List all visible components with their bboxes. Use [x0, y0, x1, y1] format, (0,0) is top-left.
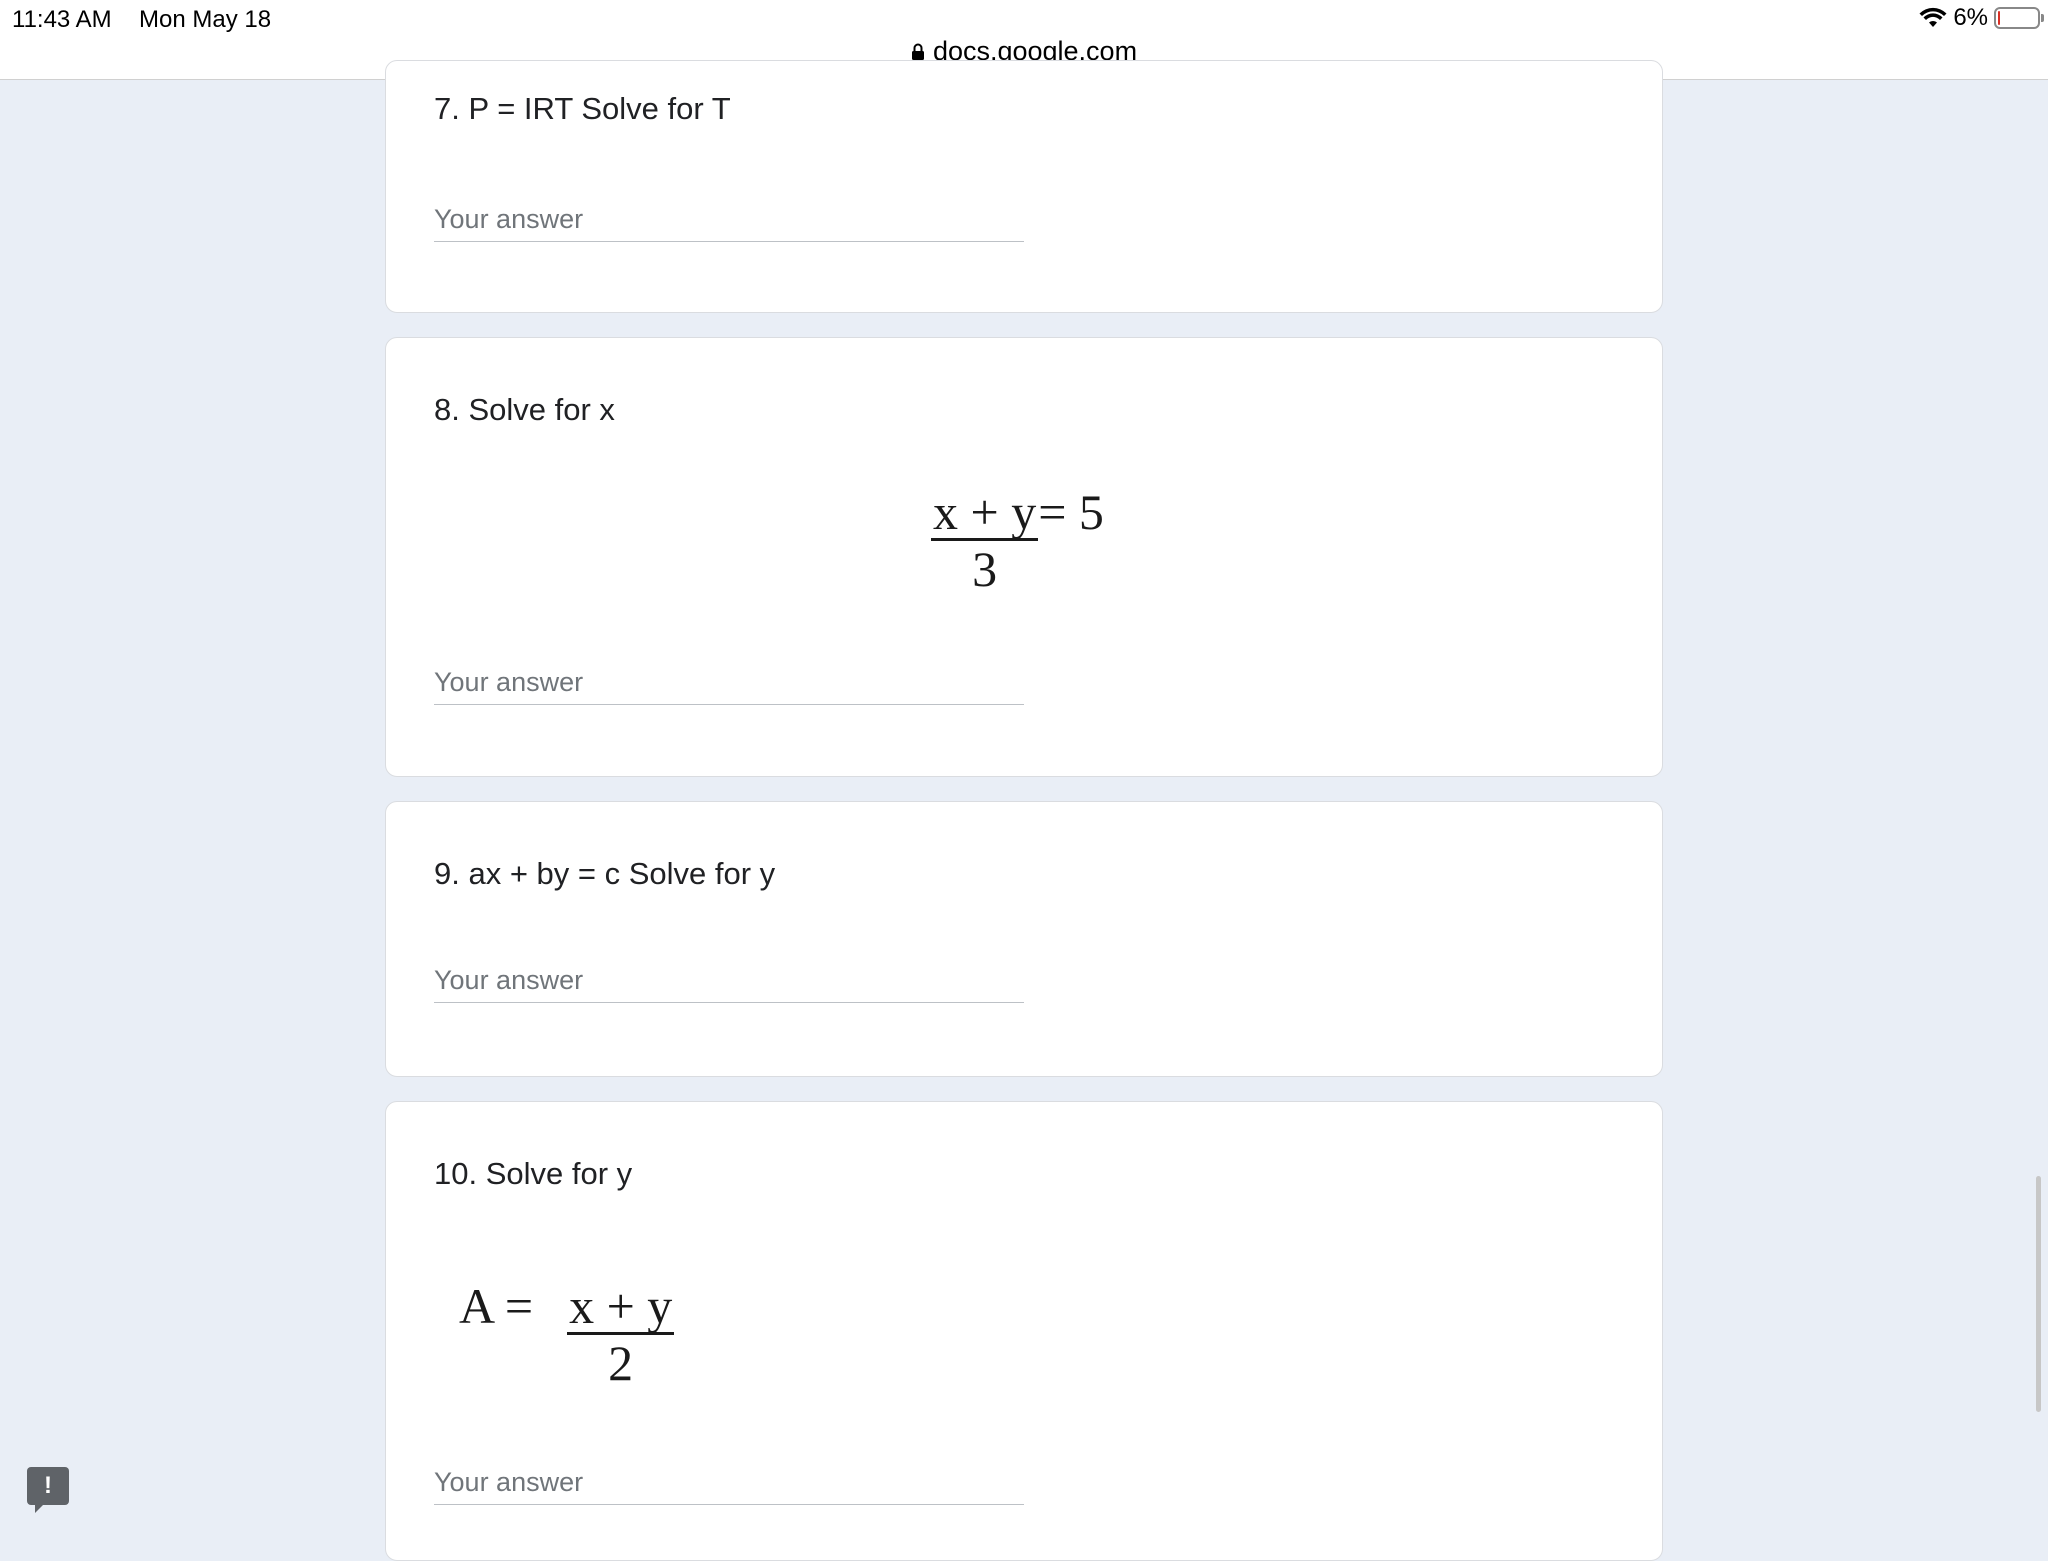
scrollbar[interactable] [2036, 1176, 2041, 1412]
question-title-9: 9. ax + by = c Solve for y [434, 856, 776, 891]
status-indicators: 6% [1919, 4, 2044, 32]
answer-input-7[interactable] [434, 197, 1024, 242]
status-time: 11:43 AM [12, 6, 112, 33]
status-date: Mon May 18 [139, 6, 272, 33]
battery-level [1998, 11, 2000, 25]
equation-rhs: = 5 [1038, 484, 1104, 540]
lock-icon [911, 43, 925, 61]
fraction-numerator: x + y [567, 1278, 675, 1335]
question-card-9: 9. ax + by = c Solve for y [385, 801, 1663, 1077]
equation-image-10: A = x + y 2 [459, 1278, 675, 1391]
equation-lhs: A = [459, 1278, 534, 1334]
fraction: x + y 3 [931, 484, 1039, 597]
wifi-icon [1919, 7, 1947, 29]
answer-input-9[interactable] [434, 958, 1024, 1003]
fraction: x + y 2 [567, 1278, 675, 1391]
battery-icon [1994, 7, 2044, 29]
answer-input-8[interactable] [434, 660, 1024, 705]
question-title-10: 10. Solve for y [434, 1156, 633, 1191]
fraction-denominator: 3 [972, 541, 998, 597]
question-card-8: 8. Solve for x x + y 3 = 5 [385, 337, 1663, 777]
question-card-7: 7. P = IRT Solve for T [385, 60, 1663, 313]
feedback-icon[interactable]: ! [27, 1467, 69, 1513]
battery-percent: 6% [1953, 4, 1988, 31]
answer-input-10[interactable] [434, 1460, 1024, 1505]
question-card-10: 10. Solve for y A = x + y 2 [385, 1101, 1663, 1561]
question-title-7: 7. P = IRT Solve for T [434, 91, 731, 126]
fraction-denominator: 2 [608, 1335, 634, 1391]
question-title-8: 8. Solve for x [434, 392, 615, 427]
equation-image-8: x + y 3 = 5 [931, 486, 1104, 597]
fraction-numerator: x + y [931, 484, 1039, 541]
